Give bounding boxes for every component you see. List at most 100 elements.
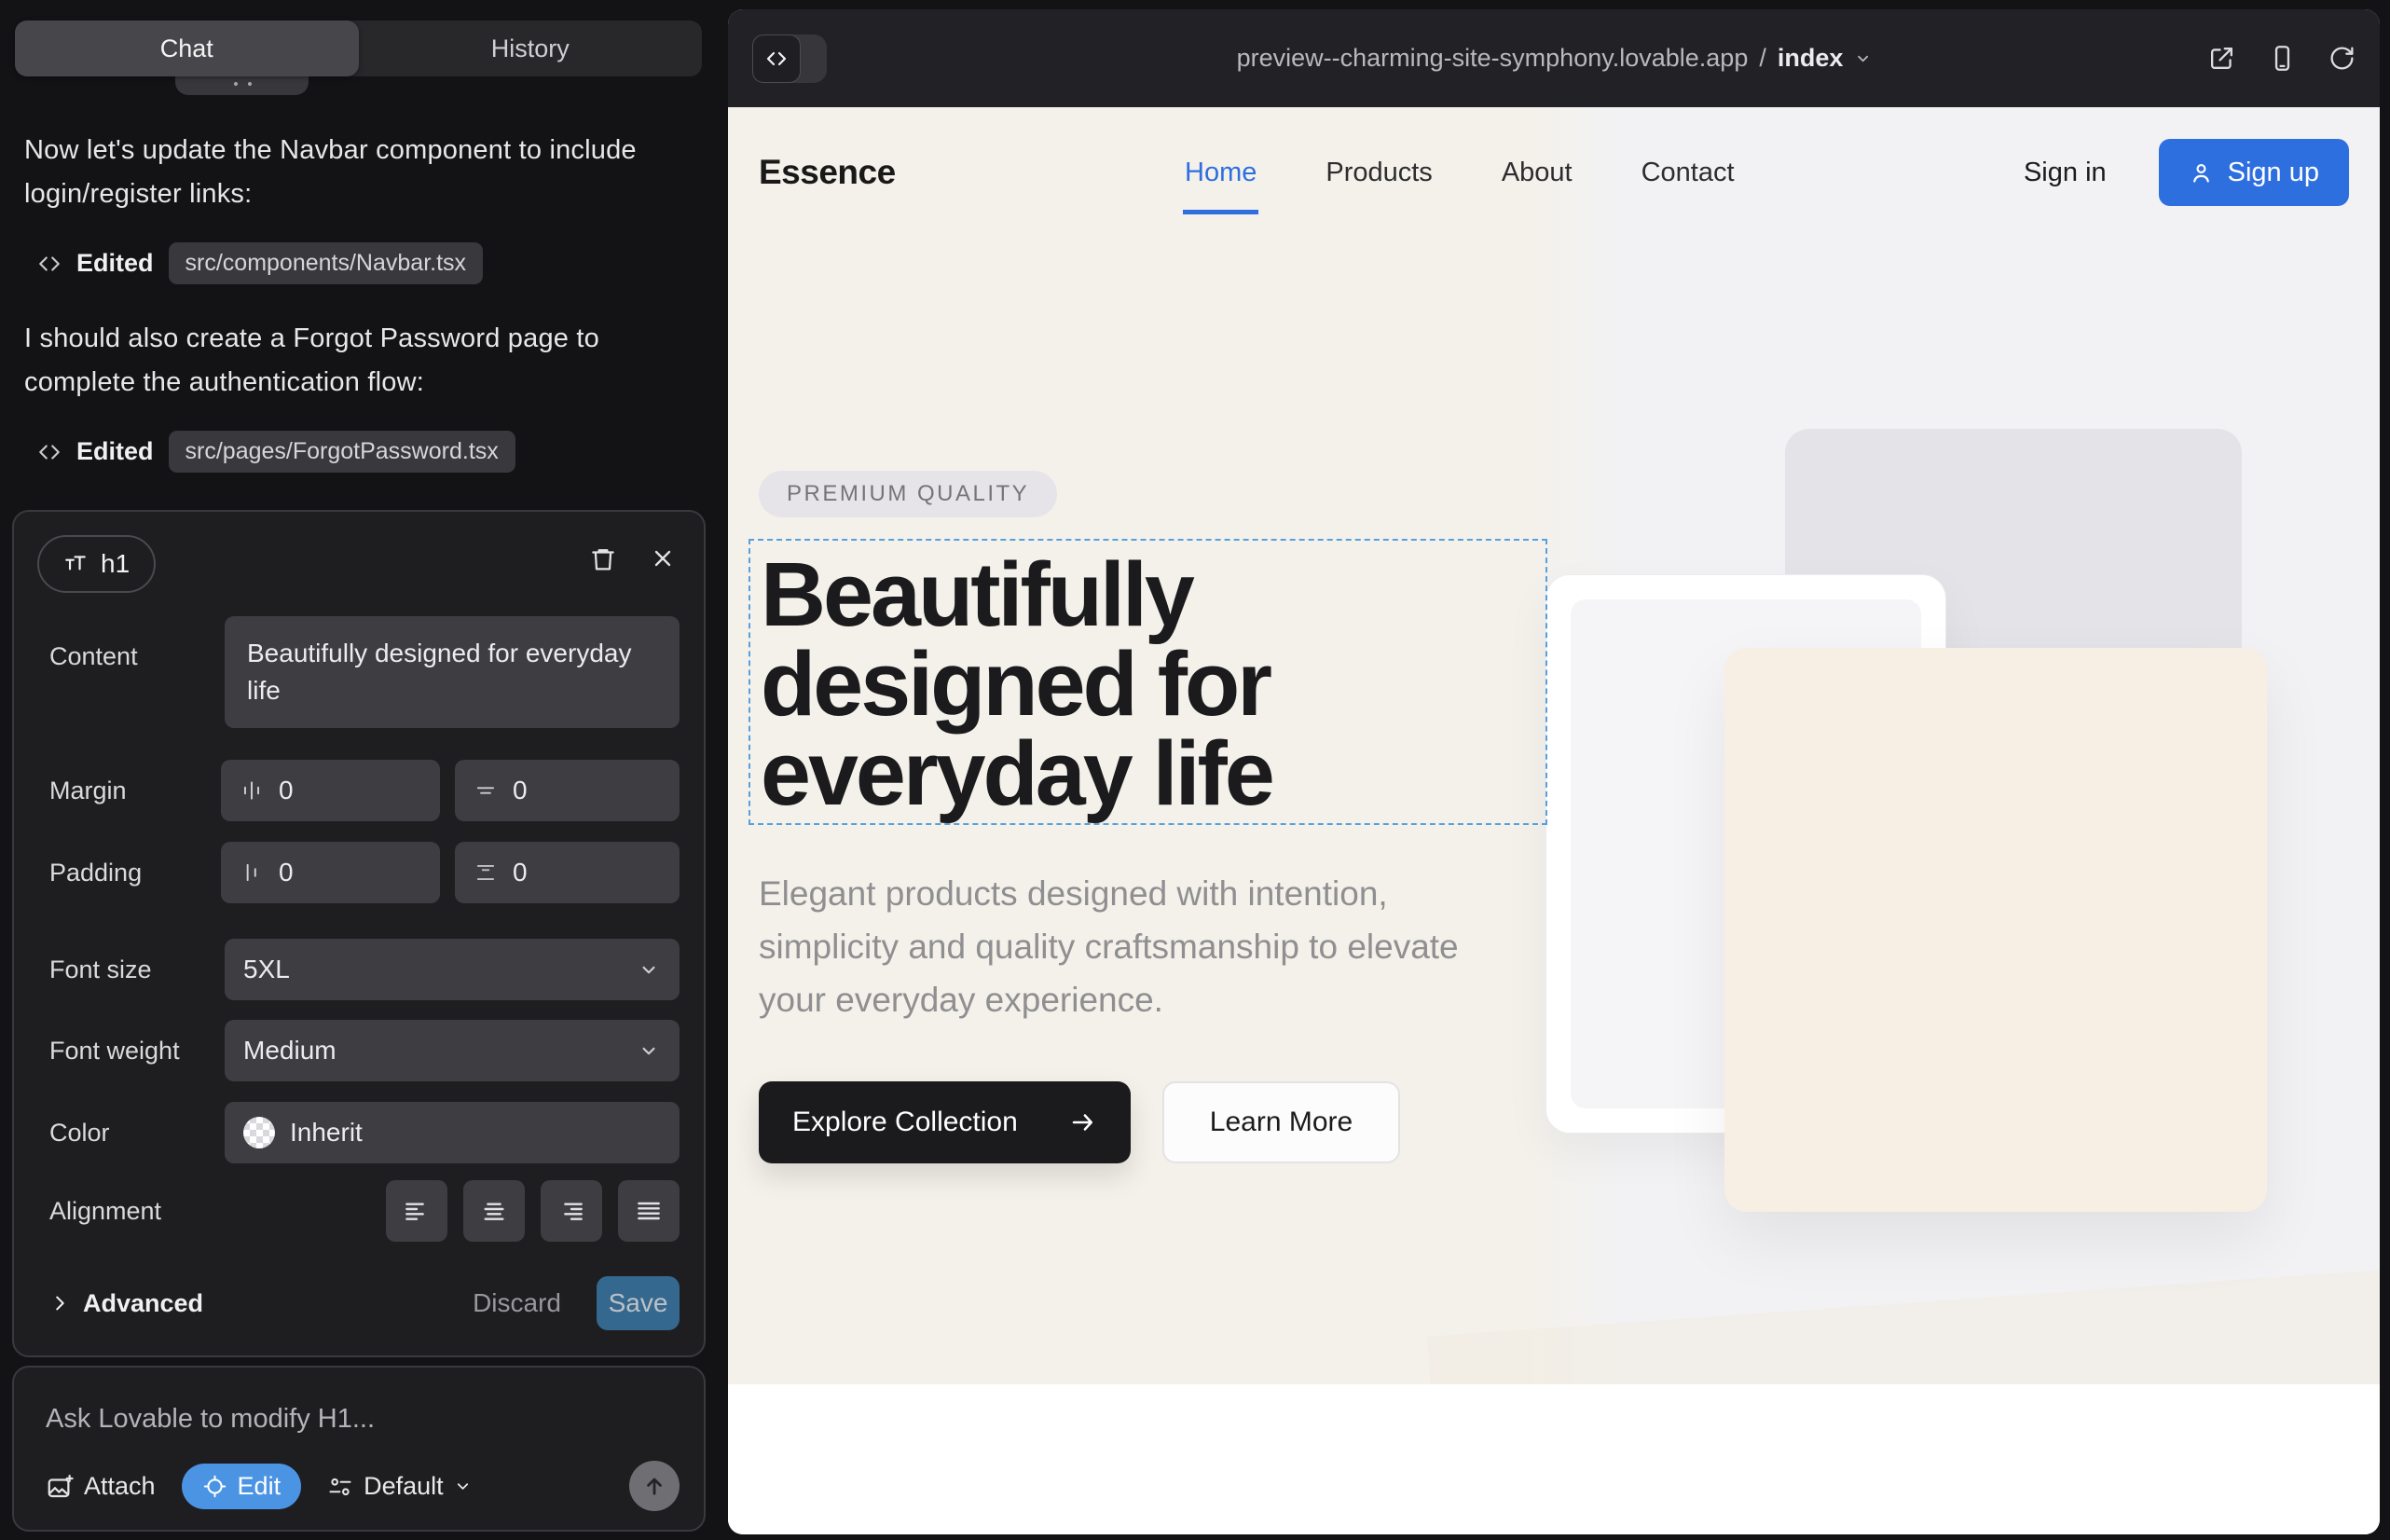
rendered-site: Essence Home Products About Contact Sign… [728,107,2380,1384]
hero-diagonal-band [1427,1265,2380,1384]
content-label: Content [49,616,225,671]
nav-link-about[interactable]: About [1502,158,1573,188]
edited-label: Edited [76,437,154,466]
trash-icon [589,545,617,573]
mobile-preview-button[interactable] [2268,44,2297,73]
code-icon [37,440,62,464]
code-icon [752,34,801,83]
edited-file-chip[interactable]: src/components/Navbar.tsx [169,242,484,284]
align-justify-button[interactable] [618,1180,680,1242]
padding-label: Padding [49,859,221,887]
padding-vertical-icon [474,860,498,885]
margin-horizontal-input[interactable]: 0 [221,760,440,821]
margin-vertical-icon [474,778,498,803]
send-button[interactable] [629,1461,680,1511]
sign-in-link[interactable]: Sign in [2024,158,2107,188]
site-navbar: Essence Home Products About Contact Sign… [728,107,2380,238]
delete-element-button[interactable] [589,545,617,573]
assistant-message: I should also create a Forgot Password p… [24,317,639,405]
padding-horizontal-input[interactable]: 0 [221,842,440,903]
close-icon [650,545,676,571]
close-editor-button[interactable] [650,545,676,571]
margin-horizontal-icon [240,778,264,803]
content-input[interactable]: Beautifully designed for everyday life [225,616,680,728]
preview-toolbar: preview--charming-site-symphony.lovable.… [728,9,2380,107]
chat-history-tabbar: Chat History [15,21,702,76]
color-label: Color [49,1119,225,1148]
assistant-message: Now let's update the Navbar component to… [24,129,639,216]
arrow-up-icon [641,1473,667,1499]
selected-element-pill: h1 [37,535,156,593]
arrow-right-icon [1069,1108,1097,1136]
align-right-button[interactable] [541,1180,602,1242]
chevron-down-icon [454,1478,472,1495]
margin-label: Margin [49,777,221,805]
element-editor-panel: h1 Content Beautifully designed for ever… [12,510,706,1357]
nav-link-home[interactable]: Home [1185,158,1257,188]
explore-collection-button[interactable]: Explore Collection [759,1081,1131,1163]
preview-window: preview--charming-site-symphony.lovable.… [728,9,2380,1534]
type-icon [63,552,88,576]
edited-file-row: Edited src/pages/ForgotPassword.tsx [37,431,515,473]
hero-description: Elegant products designed with intention… [759,867,1514,1026]
model-default-select[interactable]: Default [327,1472,472,1501]
align-left-button[interactable] [386,1180,447,1242]
padding-horizontal-icon [240,860,264,885]
open-external-button[interactable] [2207,44,2236,73]
user-icon [2189,160,2214,186]
chevron-right-icon [49,1293,70,1313]
sliders-icon [327,1474,353,1500]
smartphone-icon [2268,44,2297,73]
code-view-toggle[interactable] [752,34,827,83]
sign-up-button[interactable]: Sign up [2159,139,2349,206]
align-right-icon [556,1196,586,1226]
edited-file-chip[interactable]: src/pages/ForgotPassword.tsx [169,431,515,473]
crosshair-icon [202,1474,227,1499]
refresh-button[interactable] [2328,45,2356,72]
premium-quality-badge: PREMIUM QUALITY [759,471,1057,517]
selected-h1-outline[interactable]: Beautifully designed for everyday life [749,539,1547,825]
edited-file-row: Edited src/components/Navbar.tsx [37,242,483,284]
font-weight-select[interactable]: Medium [225,1020,680,1081]
prompt-composer: Attach Edit Default [12,1366,706,1532]
code-icon [37,252,62,276]
nav-link-contact[interactable]: Contact [1641,158,1735,188]
tab-chat[interactable]: Chat [15,21,359,76]
prompt-input[interactable] [46,1396,642,1442]
align-center-icon [479,1196,509,1226]
site-logo[interactable]: Essence [759,107,896,238]
chevron-down-icon [1854,50,1871,67]
site-section-below-hero [728,1384,2380,1534]
learn-more-button[interactable]: Learn More [1162,1081,1400,1163]
attach-button[interactable]: Attach [46,1472,156,1501]
save-button[interactable]: Save [597,1276,680,1330]
element-tag-label: h1 [101,549,130,579]
align-center-button[interactable] [463,1180,525,1242]
alignment-label: Alignment [49,1197,225,1226]
advanced-toggle[interactable]: Advanced [49,1289,203,1318]
edit-mode-button[interactable]: Edit [182,1464,302,1509]
color-select[interactable]: Inherit [225,1102,680,1163]
preview-page: index [1778,44,1844,73]
align-justify-icon [634,1196,664,1226]
font-weight-label: Font weight [49,1037,225,1066]
margin-vertical-input[interactable]: 0 [455,760,680,821]
chevron-down-icon [637,1038,661,1063]
image-plus-icon [46,1473,74,1501]
discard-button[interactable]: Discard [473,1288,561,1318]
edited-label: Edited [76,249,154,278]
tab-history[interactable]: History [359,21,703,76]
open-external-icon [2207,44,2236,73]
decorative-card-peach [1724,648,2267,1212]
nav-link-products[interactable]: Products [1325,158,1432,188]
preview-host: preview--charming-site-symphony.lovable.… [1237,44,1749,73]
align-left-icon [402,1196,432,1226]
font-size-select[interactable]: 5XL [225,939,680,1000]
font-size-label: Font size [49,956,225,984]
color-swatch [243,1117,275,1148]
padding-vertical-input[interactable]: 0 [455,842,680,903]
chevron-down-icon [637,957,661,982]
preview-url[interactable]: preview--charming-site-symphony.lovable.… [1237,9,1872,107]
hero-heading: Beautifully designed for everyday life [750,541,1545,818]
chat-panel: Chat History Now let's update the Navbar… [0,0,724,1540]
